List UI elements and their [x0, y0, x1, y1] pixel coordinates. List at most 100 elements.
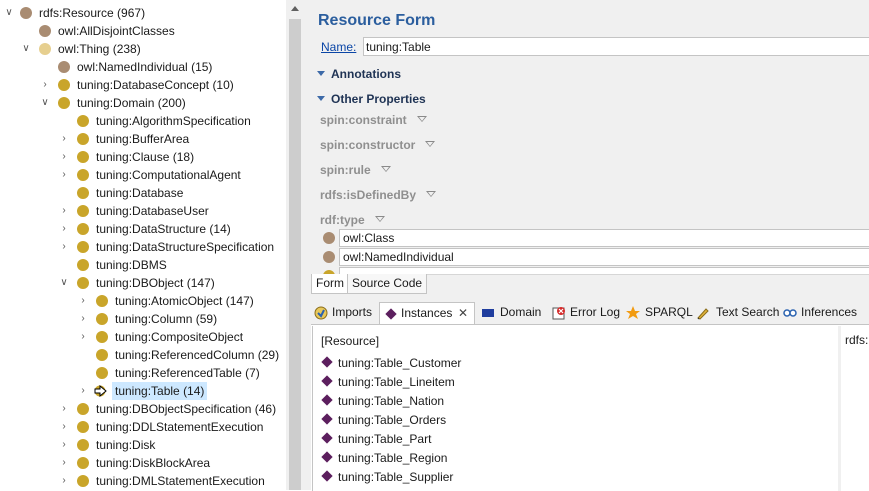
- chevron-right-icon[interactable]: ›: [77, 382, 89, 400]
- tree-item-label: tuning:ReferencedColumn: [115, 348, 255, 362]
- tab-domain[interactable]: Domain: [479, 302, 547, 324]
- chevron-right-icon[interactable]: ›: [58, 202, 70, 220]
- dropdown-triangle-icon[interactable]: [426, 191, 437, 197]
- property-label: spin:constraint: [320, 113, 407, 127]
- property-label: spin:rule: [320, 163, 371, 177]
- chevron-right-icon[interactable]: ›: [58, 454, 70, 472]
- tree-item-label: tuning:DataStructureSpecification: [96, 240, 275, 254]
- tree-item-label: tuning:ComputationalAgent: [96, 168, 241, 182]
- instances-list: [Resource] tuning:Table_Customer tuning:…: [312, 326, 838, 491]
- tree-item-count: (10): [212, 78, 234, 92]
- instance-diamond-icon: [321, 356, 333, 368]
- tree-item-label: tuning:Clause: [96, 150, 170, 164]
- class-icon: [77, 115, 89, 127]
- chevron-down-icon[interactable]: ∨: [39, 94, 51, 112]
- tree-item-label: owl:AllDisjointClasses: [58, 24, 175, 38]
- chevron-down-icon[interactable]: ∨: [20, 40, 32, 58]
- tree-item-label: rdfs:Resource: [39, 6, 114, 20]
- tree-item-label: tuning:DatabaseUser: [96, 204, 209, 218]
- type-value-field[interactable]: owl:Class: [339, 229, 869, 247]
- tab-instances[interactable]: Instances ✕: [379, 302, 475, 324]
- tab-form[interactable]: Form: [311, 274, 349, 294]
- instance-diamond-icon: [321, 394, 333, 406]
- tree-scrollbar[interactable]: [286, 0, 304, 490]
- class-icon: [58, 97, 70, 109]
- tree-item-label: tuning:Column: [115, 312, 193, 326]
- pane-divider[interactable]: [304, 0, 311, 490]
- chevron-down-icon[interactable]: ∨: [3, 4, 15, 22]
- class-icon: [58, 61, 70, 73]
- other-properties-section-toggle[interactable]: Other Properties: [317, 92, 426, 106]
- chevron-right-icon[interactable]: ›: [58, 130, 70, 148]
- property-label: rdfs:isDefinedBy: [320, 188, 417, 202]
- class-icon: [77, 151, 89, 163]
- chevron-right-icon[interactable]: ›: [58, 418, 70, 436]
- tree-item-count: (14): [183, 384, 205, 398]
- tree-item-label: tuning:DMLStatementExecution: [96, 474, 265, 488]
- name-field[interactable]: tuning:Table: [363, 37, 869, 56]
- chevron-right-icon[interactable]: ›: [58, 220, 70, 238]
- tab-error-log[interactable]: Error Log: [551, 302, 623, 324]
- property-rdf-type: rdf:type: [320, 213, 385, 227]
- chevron-down-icon[interactable]: ∨: [58, 274, 70, 292]
- dropdown-triangle-icon[interactable]: [374, 216, 385, 222]
- chevron-right-icon[interactable]: ›: [77, 292, 89, 310]
- chevron-right-icon[interactable]: ›: [39, 76, 51, 94]
- name-link[interactable]: Name:: [321, 40, 356, 54]
- section-label: Other Properties: [331, 92, 426, 106]
- chevron-right-icon[interactable]: ›: [58, 166, 70, 184]
- type-value-field[interactable]: owl:NamedIndividual: [339, 248, 869, 266]
- class-icon: [77, 421, 89, 433]
- instance-diamond-icon: [321, 413, 333, 425]
- chevron-right-icon[interactable]: ›: [58, 436, 70, 454]
- scrollbar-thumb[interactable]: [289, 19, 301, 490]
- second-column-header[interactable]: rdfs:: [845, 333, 868, 347]
- class-icon: [96, 331, 108, 343]
- tree-item-count: (46): [254, 402, 277, 416]
- selected-class-icon: [94, 385, 107, 397]
- tab-label: Inferences: [801, 305, 858, 319]
- tab-source-code[interactable]: Source Code: [347, 274, 428, 294]
- type-value-field[interactable]: [339, 267, 869, 274]
- chevron-right-icon[interactable]: ›: [58, 472, 70, 490]
- tree-item-label: tuning:DatabaseConcept: [77, 78, 210, 92]
- column-splitter[interactable]: [838, 326, 841, 491]
- class-icon: [58, 79, 70, 91]
- close-icon[interactable]: ✕: [458, 303, 468, 324]
- chevron-right-icon[interactable]: ›: [77, 328, 89, 346]
- chevron-right-icon[interactable]: ›: [58, 148, 70, 166]
- instance-label: tuning:Table_Nation: [338, 394, 445, 408]
- tab-inferences[interactable]: Inferences: [780, 302, 864, 324]
- tree-item-count: (29): [257, 348, 280, 362]
- tree-item-count: (967): [117, 6, 146, 20]
- scroll-up-arrow-icon[interactable]: [291, 6, 299, 11]
- tab-label: Text Search: [716, 305, 780, 319]
- chevron-right-icon[interactable]: ›: [58, 238, 70, 256]
- instances-column-header[interactable]: [Resource]: [321, 334, 379, 348]
- tab-sparql[interactable]: SPARQL: [624, 302, 693, 324]
- dropdown-triangle-icon[interactable]: [425, 141, 436, 147]
- tree-item-label: tuning:Table: [115, 384, 180, 398]
- tab-text-search[interactable]: Text Search: [694, 302, 780, 324]
- dropdown-triangle-icon[interactable]: [380, 166, 391, 172]
- property-label: spin:constructor: [320, 138, 416, 152]
- instance-diamond-icon: [321, 470, 333, 482]
- property-spin-constraint: spin:constraint: [320, 113, 427, 127]
- class-icon: [77, 133, 89, 145]
- tab-label: Instances: [401, 306, 453, 320]
- class-icon: [96, 367, 108, 379]
- dropdown-triangle-icon[interactable]: [416, 116, 427, 122]
- annotations-section-toggle[interactable]: Annotations: [317, 67, 401, 81]
- tree-item-count: (59): [195, 312, 218, 326]
- class-icon: [77, 187, 89, 199]
- chevron-right-icon[interactable]: ›: [58, 400, 70, 418]
- class-tree: ∨ rdfs:Resource (967) owl:AllDisjointCla…: [0, 0, 304, 490]
- instance-diamond-icon: [321, 432, 333, 444]
- class-icon: [77, 205, 89, 217]
- class-icon: [77, 403, 89, 415]
- tree-item-count: (147): [186, 276, 215, 290]
- tree-item-label: tuning:Domain: [77, 96, 155, 110]
- chevron-right-icon[interactable]: ›: [77, 310, 89, 328]
- tab-imports[interactable]: Imports: [311, 302, 381, 324]
- tree-item-count: (147): [225, 294, 254, 308]
